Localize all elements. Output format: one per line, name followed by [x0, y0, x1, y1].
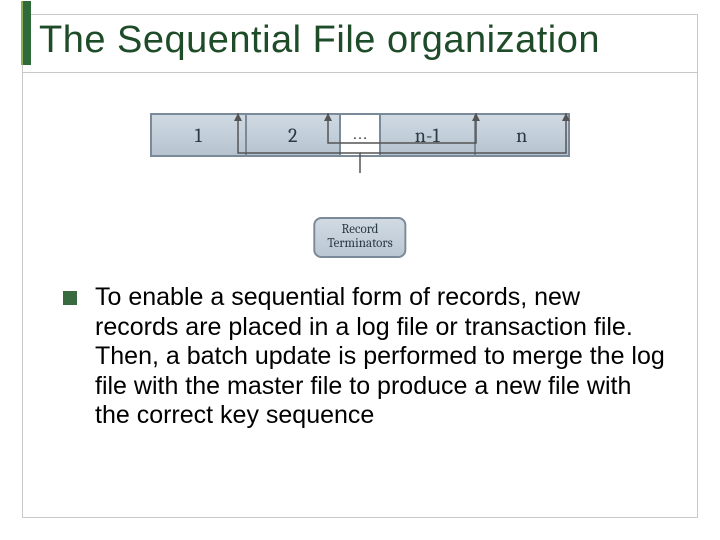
- bullet-text: To enable a sequential form of records, …: [95, 283, 667, 431]
- slide-title: The Sequential File organization: [39, 19, 685, 62]
- bullet-item: To enable a sequential form of records, …: [63, 283, 667, 431]
- slide-frame: The Sequential File organization 1 2 … n…: [22, 14, 698, 518]
- title-accent-bar: [21, 1, 31, 65]
- body-content: To enable a sequential form of records, …: [23, 263, 697, 431]
- sequential-diagram: 1 2 … n-1 n Record Terminators: [150, 113, 570, 263]
- connector-lines: [150, 113, 570, 183]
- title-underline: [23, 72, 697, 73]
- record-terminators-label: Record Terminators: [313, 217, 406, 258]
- record-terminators-text: Record Terminators: [327, 222, 392, 251]
- square-bullet-icon: [63, 291, 77, 305]
- title-area: The Sequential File organization: [23, 15, 697, 70]
